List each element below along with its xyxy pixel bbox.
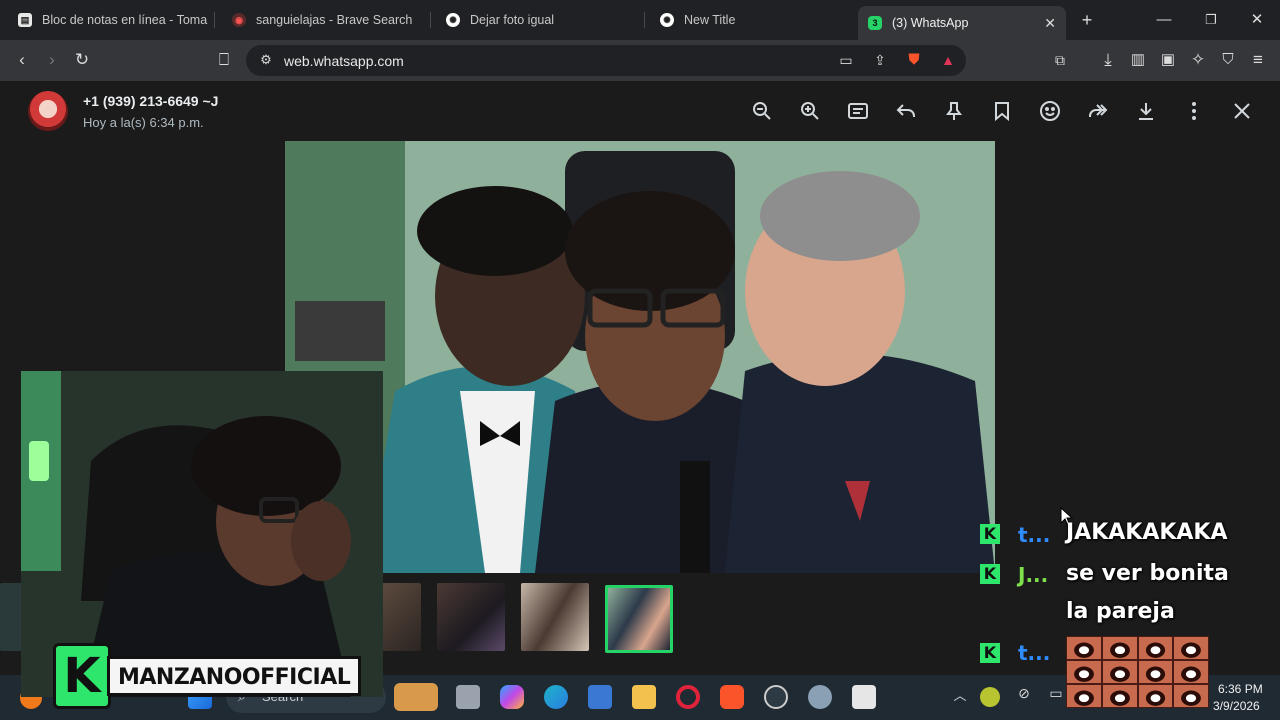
close-icon[interactable] [1230,99,1254,123]
settings-icon[interactable] [808,685,832,709]
tab-brave-search[interactable]: ◉ sanguielajas - Brave Search [222,6,427,34]
reload-icon[interactable]: ↻ [70,49,94,71]
back-icon[interactable]: ‹ [10,49,34,71]
emoji-icon[interactable] [1038,99,1062,123]
chatgpt-icon: ✺ [446,13,460,27]
forward-icon[interactable]: › [40,49,64,71]
new-tab-button[interactable]: + [1064,8,1110,32]
bookmark-icon[interactable] [990,99,1014,123]
minimize-button[interactable]: — [1141,8,1187,32]
brave-shields-icon[interactable]: ⛊ [902,49,926,71]
tab-title: Dejar foto igual [470,13,555,27]
kick-badge-icon: K [980,643,1000,663]
search-highlight-icon [394,683,438,711]
cast-icon[interactable]: ▭ [834,49,858,71]
url-text: web.whatsapp.com [284,53,404,69]
browser-toolbar: ‹ › ↻ ⎕ ⚙ web.whatsapp.com ▭ ⇪ ⛊ ▲ ⧉ ⤓ ▥… [0,40,1280,81]
snipping-tool-icon[interactable] [852,685,876,709]
thumbnail[interactable] [521,583,589,651]
zoom-out-icon[interactable] [750,99,774,123]
restore-button[interactable]: ❐ [1188,8,1234,32]
address-bar[interactable]: ⚙ web.whatsapp.com ▭ ⇪ ⛊ ▲ [246,45,966,76]
thumbnail[interactable] [437,583,505,651]
network-icon[interactable]: ⊘ [1012,685,1036,709]
notepad-icon: ▤ [18,13,32,27]
chat-message: se ver bonita [1066,561,1229,586]
tab-title: (3) WhatsApp [892,16,969,30]
downloads-icon[interactable]: ⤓ [1096,49,1120,71]
kick-logo: K [53,643,111,709]
clock-date[interactable]: 3/9/2026 [1213,699,1260,713]
media-image[interactable] [285,141,995,573]
chat-username: t... [1018,523,1051,547]
caption-icon[interactable] [846,99,870,123]
clock-time[interactable]: 6:36 PM [1218,682,1263,696]
avatar[interactable] [28,91,68,131]
tab-whatsapp[interactable]: 3 (3) WhatsApp ✕ [858,6,1066,40]
forward-icon[interactable] [1086,99,1110,123]
streamer-brand: K MANZANOOFFICIAL [53,642,362,710]
cast-icon[interactable]: ▭ [1044,685,1068,709]
download-icon[interactable] [1134,99,1158,123]
chatgpt-icon[interactable] [764,685,788,709]
copilot-icon[interactable] [500,685,524,709]
tab-chatgpt-1[interactable]: ✺ Dejar foto igual [436,6,641,34]
tab-notepad[interactable]: ▤ Bloc de notas en línea - Toma y [8,6,208,34]
store-icon[interactable] [588,685,612,709]
brave-rewards-icon[interactable]: ▲ [936,49,960,71]
zoom-in-icon[interactable] [798,99,822,123]
pin-icon[interactable] [942,99,966,123]
whatsapp-icon: 3 [868,16,882,30]
chat-username: t... [1018,641,1051,665]
message-timestamp: Hoy a la(s) 6:34 p.m. [83,115,204,130]
vpn-icon[interactable]: ⛉ [1216,49,1240,71]
tab-title: Bloc de notas en línea - Toma y [42,13,208,27]
close-tab-icon[interactable]: ✕ [1044,15,1056,32]
site-settings-icon[interactable]: ⚙ [254,49,278,71]
kick-badge-icon: K [980,564,1000,584]
edge-icon[interactable] [544,685,568,709]
share-icon[interactable]: ⇪ [868,49,892,71]
opera-icon[interactable] [676,685,700,709]
close-window-button[interactable]: ✕ [1234,8,1280,32]
chat-emote-image [1066,636,1209,708]
chat-message: JAKAKAKAKA [1066,520,1228,545]
tab-strip: ▤ Bloc de notas en línea - Toma y ◉ sang… [0,0,1280,40]
kick-badge-icon: K [980,524,1000,544]
menu-icon[interactable] [1182,99,1206,123]
chatgpt-icon: ✺ [660,13,674,27]
tab-title: New Title [684,13,736,27]
brave-search-icon: ◉ [232,13,246,27]
task-view-icon[interactable] [456,685,480,709]
thumbnail-selected[interactable] [605,585,673,653]
tab-chatgpt-2[interactable]: ✺ New Title [650,6,855,34]
thumbnail[interactable] [0,583,22,651]
tab-search-icon[interactable]: ⧉ [1048,49,1072,71]
bookmark-icon[interactable]: ⎕ [212,49,236,71]
sidebar-icon[interactable]: ▥ [1126,49,1150,71]
tray-app-icon[interactable] [980,687,1000,707]
wallet-icon[interactable]: ▣ [1156,49,1180,71]
chevron-up-icon[interactable]: ︿ [948,685,972,709]
tab-title: sanguielajas - Brave Search [256,13,413,27]
file-explorer-icon[interactable] [632,685,656,709]
thumbnail[interactable] [381,583,421,651]
sender-name: +1 (939) 213-6649 ~J [83,93,219,109]
photo-illustration [285,141,995,573]
chat-message: la pareja [1066,599,1175,624]
browser-menu-icon[interactable]: ≡ [1246,49,1270,71]
leo-ai-icon[interactable]: ✧ [1186,49,1210,71]
reply-icon[interactable] [894,99,918,123]
chat-username: J... [1018,563,1049,587]
brave-icon[interactable] [720,685,744,709]
channel-name: MANZANOOFFICIAL [107,656,362,696]
